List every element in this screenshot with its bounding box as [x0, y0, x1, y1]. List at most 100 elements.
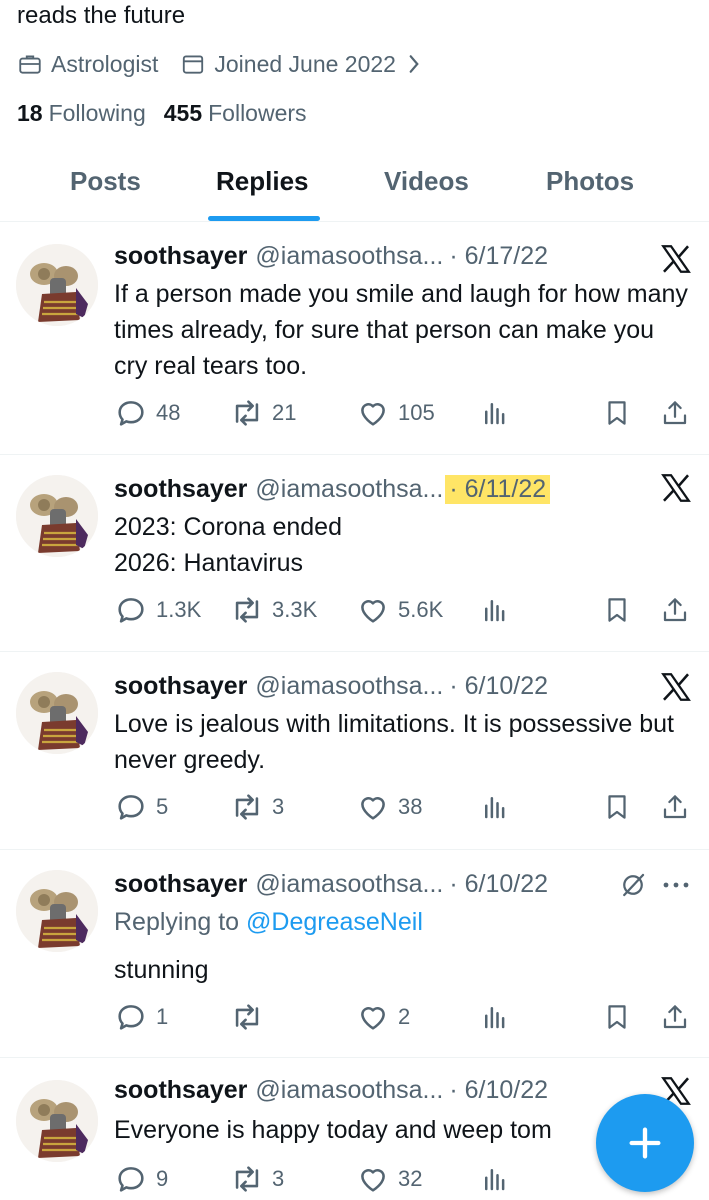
repost-icon — [230, 1162, 264, 1196]
tweet-actions: 1.3K 3.3K 5.6K — [114, 593, 694, 629]
like-count: 5.6K — [398, 597, 444, 622]
reply-button[interactable]: 1.3K — [114, 593, 201, 627]
tweet-header: soothsayer @iamasoothsa... · 6/17/22 — [114, 242, 552, 271]
like-button[interactable]: 2 — [356, 1000, 410, 1034]
avatar[interactable] — [16, 870, 98, 952]
like-button[interactable]: 38 — [356, 790, 422, 824]
tab-videos[interactable]: Videos — [384, 166, 469, 197]
repost-button[interactable]: 3 — [230, 790, 284, 824]
avatar[interactable] — [16, 672, 98, 754]
share-button[interactable] — [660, 593, 698, 627]
share-button[interactable] — [660, 396, 698, 430]
share-button[interactable] — [660, 1000, 698, 1034]
active-tab-indicator — [208, 216, 320, 221]
tweet-item[interactable]: soothsayer @iamasoothsa... · 6/17/22 If … — [0, 222, 709, 455]
following-label: Following — [48, 100, 146, 126]
tweet-date[interactable]: · 6/17/22 — [445, 242, 552, 271]
like-button[interactable]: 32 — [356, 1162, 422, 1196]
tweet-text: If a person made you smile and laugh for… — [114, 280, 688, 380]
author-handle[interactable]: @iamasoothsa... — [255, 242, 443, 271]
followers-link[interactable]: 455 Followers — [164, 100, 307, 127]
briefcase-icon — [19, 55, 41, 74]
share-button[interactable] — [660, 790, 698, 824]
bookmark-button[interactable] — [602, 593, 640, 627]
reply-button[interactable]: 1 — [114, 1000, 168, 1034]
repost-count: 3 — [272, 794, 285, 819]
like-count: 32 — [398, 1166, 423, 1191]
share-icon — [660, 593, 690, 627]
repost-button[interactable]: 3.3K — [230, 593, 317, 627]
tweet-text: Love is jealous with limitations. It is … — [114, 710, 674, 774]
author-handle[interactable]: @iamasoothsa... — [255, 870, 443, 899]
repost-button[interactable] — [230, 1000, 272, 1034]
bookmark-button[interactable] — [602, 396, 640, 430]
tweet-item[interactable]: soothsayer @iamasoothsa... · 6/10/22 Rep… — [0, 850, 709, 1058]
avatar[interactable] — [16, 475, 98, 557]
x-logo-icon — [659, 242, 693, 276]
views-button[interactable] — [480, 1000, 518, 1034]
reply-count: 9 — [156, 1166, 169, 1191]
tab-posts[interactable]: Posts — [70, 166, 141, 197]
views-icon — [480, 1000, 510, 1034]
avatar[interactable] — [16, 1080, 98, 1162]
reply-icon — [114, 1162, 148, 1196]
bookmark-icon — [602, 396, 632, 430]
reply-icon — [114, 790, 148, 824]
repost-icon — [230, 1000, 264, 1034]
repost-icon — [230, 790, 264, 824]
author-name[interactable]: soothsayer — [114, 1076, 247, 1105]
replying-to: Replying to @DegreaseNeil — [114, 908, 423, 937]
following-link[interactable]: 18 Following — [17, 100, 146, 127]
share-icon — [660, 790, 690, 824]
tweet-header: soothsayer @iamasoothsa... · 6/10/22 — [114, 672, 552, 701]
author-name[interactable]: soothsayer — [114, 672, 247, 701]
avatar[interactable] — [16, 244, 98, 326]
reply-button[interactable]: 9 — [114, 1162, 168, 1196]
tweet-date[interactable]: · 6/11/22 — [445, 475, 551, 504]
profile-bio: reads the future — [17, 2, 186, 29]
reply-button[interactable]: 5 — [114, 790, 168, 824]
tab-replies[interactable]: Replies — [216, 166, 309, 197]
views-button[interactable] — [480, 396, 518, 430]
bookmark-button[interactable] — [602, 1000, 640, 1034]
reply-count: 1 — [156, 1004, 169, 1029]
author-name[interactable]: soothsayer — [114, 870, 247, 899]
bookmark-button[interactable] — [602, 790, 640, 824]
tweet-item[interactable]: soothsayer @iamasoothsa... · 6/11/22 202… — [0, 455, 709, 652]
tweet-date[interactable]: · 6/10/22 — [445, 870, 552, 899]
tweet-actions: 1 2 — [114, 1000, 694, 1036]
repost-count: 21 — [272, 400, 297, 425]
repost-icon — [230, 396, 264, 430]
tweet-actions: 48 21 105 — [114, 396, 694, 432]
tweet-date[interactable]: · 6/10/22 — [445, 672, 552, 701]
repost-button[interactable]: 3 — [230, 1162, 284, 1196]
share-icon — [660, 1000, 690, 1034]
author-name[interactable]: soothsayer — [114, 475, 247, 504]
tweet-date[interactable]: · 6/10/22 — [445, 1076, 552, 1105]
reply-count: 5 — [156, 794, 169, 819]
tweet-text: stunning — [114, 956, 209, 984]
views-icon — [480, 790, 510, 824]
repost-button[interactable]: 21 — [230, 396, 296, 430]
author-name[interactable]: soothsayer — [114, 242, 247, 271]
more-icon[interactable] — [662, 880, 690, 890]
tweet-text-line: 2026: Hantavirus — [114, 549, 304, 577]
views-button[interactable] — [480, 790, 518, 824]
author-handle[interactable]: @iamasoothsa... — [255, 672, 443, 701]
muted-icon[interactable] — [618, 870, 648, 900]
x-logo-icon — [659, 471, 693, 505]
replying-to-link[interactable]: @DegreaseNeil — [246, 908, 423, 936]
bookmark-icon — [602, 593, 632, 627]
calendar-icon — [183, 55, 204, 74]
profile-joined[interactable]: Joined June 2022 — [180, 51, 430, 78]
tab-photos[interactable]: Photos — [546, 166, 634, 197]
like-button[interactable]: 5.6K — [356, 593, 443, 627]
compose-button[interactable] — [596, 1094, 694, 1192]
like-button[interactable]: 105 — [356, 396, 435, 430]
views-button[interactable] — [480, 593, 518, 627]
tweet-item[interactable]: soothsayer @iamasoothsa... · 6/10/22 Lov… — [0, 652, 709, 850]
views-button[interactable] — [480, 1162, 518, 1196]
author-handle[interactable]: @iamasoothsa... — [255, 1076, 443, 1105]
author-handle[interactable]: @iamasoothsa... — [255, 475, 443, 504]
reply-button[interactable]: 48 — [114, 396, 180, 430]
